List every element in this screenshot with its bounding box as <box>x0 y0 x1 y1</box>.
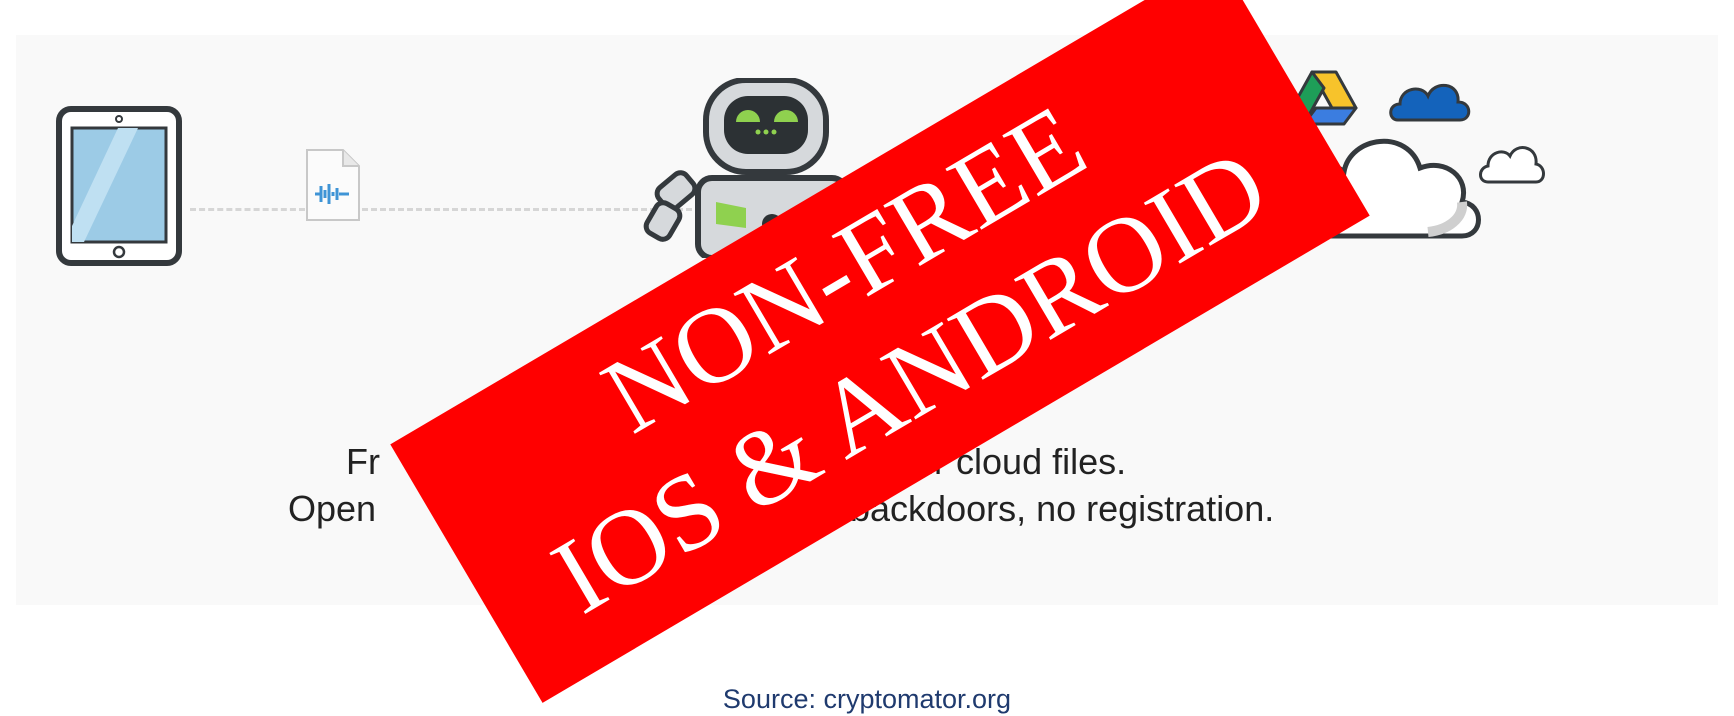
tablet-icon <box>56 106 182 266</box>
tagline-line-1-left: Fr <box>346 441 380 482</box>
source-caption: Source: cryptomator.org <box>722 684 1012 714</box>
tagline-line-2-left: Open <box>288 488 377 529</box>
onedrive-icon <box>1389 84 1471 122</box>
cloud-outline-icon <box>1479 146 1545 184</box>
tagline-line-2-right: backdoors, no registration. <box>850 488 1275 529</box>
audio-file-icon <box>306 149 360 221</box>
connector-line-left <box>190 208 305 211</box>
